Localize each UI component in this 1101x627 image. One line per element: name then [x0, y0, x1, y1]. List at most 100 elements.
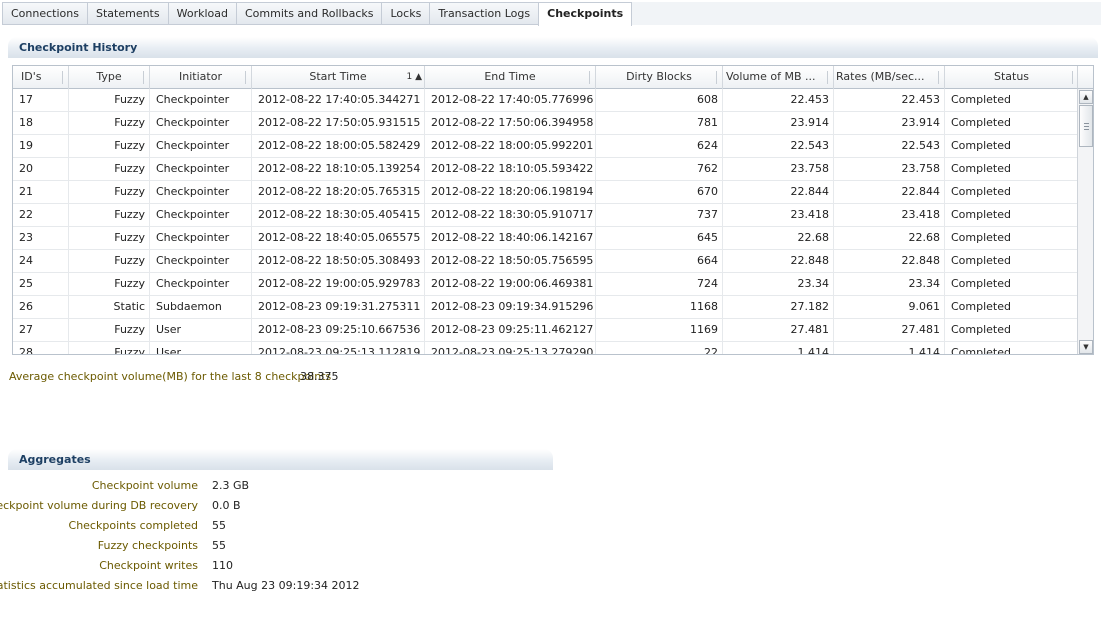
cell-dirty-blocks: 645: [596, 227, 723, 249]
aggregate-row: Fuzzy checkpoints 55: [0, 536, 560, 556]
cell-initiator: Checkpointer: [150, 273, 252, 295]
cell-rates: 23.914: [834, 112, 945, 134]
tab-commits-and-rollbacks[interactable]: Commits and Rollbacks: [235, 2, 382, 25]
cell-id: 28: [13, 342, 69, 354]
scroll-thumb[interactable]: [1079, 105, 1093, 147]
tab-workload[interactable]: Workload: [167, 2, 236, 25]
aggregate-value: Thu Aug 23 09:19:34 2012: [212, 579, 360, 592]
cell-start-time: 2012-08-23 09:25:13.112819: [252, 342, 425, 354]
aggregate-row: Checkpoint volume 2.3 GB: [0, 476, 560, 496]
tab-connections[interactable]: Connections: [2, 2, 87, 25]
table-row[interactable]: 18 Fuzzy Checkpointer 2012-08-22 17:50:05.9…: [13, 112, 1078, 135]
aggregate-label: Checkpoint volume: [91, 479, 198, 492]
sort-ascending-icon[interactable]: 1 ▲: [406, 66, 422, 88]
checkpoint-history-table: ID's Type Initiator Start Time 1 ▲ End T…: [12, 65, 1094, 355]
checkpoint-history-header: Checkpoint History: [8, 37, 1098, 58]
cell-rates: 22.453: [834, 89, 945, 111]
cell-start-time: 2012-08-22 19:00:05.929783: [252, 273, 425, 295]
cell-dirty-blocks: 781: [596, 112, 723, 134]
cell-start-time: 2012-08-22 18:40:05.065575: [252, 227, 425, 249]
table-row[interactable]: 22 Fuzzy Checkpointer 2012-08-22 18:30:05.4…: [13, 204, 1078, 227]
cell-status: Completed: [945, 319, 1078, 341]
aggregate-row: Checkpoint volume during DB recovery 0.0…: [0, 496, 560, 516]
cell-dirty-blocks: 664: [596, 250, 723, 272]
cell-id: 18: [13, 112, 69, 134]
cell-volume-mb: 22.848: [723, 250, 834, 272]
aggregate-value: 110: [212, 559, 233, 572]
tab-checkpoints[interactable]: Checkpoints: [538, 2, 633, 26]
scroll-up-icon[interactable]: ▲: [1079, 90, 1093, 104]
cell-end-time: 2012-08-22 19:00:06.469381: [425, 273, 596, 295]
cell-end-time: 2012-08-23 09:25:11.462127: [425, 319, 596, 341]
table-row[interactable]: 23 Fuzzy Checkpointer 2012-08-22 18:40:05.0…: [13, 227, 1078, 250]
table-row[interactable]: 28 Fuzzy User 2012-08-23 09:25:13.112819 201…: [13, 342, 1078, 354]
column-header-rates[interactable]: Rates (MB/sec...: [834, 66, 945, 89]
tabbar-background: [565, 2, 1101, 25]
table-header: ID's Type Initiator Start Time 1 ▲ End T…: [13, 66, 1078, 89]
aggregate-label: Statistics accumulated since load time: [0, 579, 198, 592]
column-header-volume-mb[interactable]: Volume of MB ...: [723, 66, 834, 89]
cell-end-time: 2012-08-22 18:50:05.756595: [425, 250, 596, 272]
tab-bar: Connections Statements Workload Commits …: [2, 2, 633, 26]
cell-dirty-blocks: 608: [596, 89, 723, 111]
cell-type: Fuzzy: [69, 227, 150, 249]
cell-type: Fuzzy: [69, 273, 150, 295]
aggregate-label: Checkpoint volume during DB recovery: [0, 499, 198, 512]
table-body: 17 Fuzzy Checkpointer 2012-08-22 17:40:05.3…: [13, 89, 1078, 354]
vertical-scrollbar[interactable]: ▲ ▼: [1077, 89, 1093, 354]
column-header-ids[interactable]: ID's: [13, 66, 69, 89]
cell-dirty-blocks: 624: [596, 135, 723, 157]
table-row[interactable]: 17 Fuzzy Checkpointer 2012-08-22 17:40:05.3…: [13, 89, 1078, 112]
tab-locks[interactable]: Locks: [381, 2, 430, 25]
aggregate-row: Statistics accumulated since load time T…: [0, 576, 560, 596]
table-row[interactable]: 27 Fuzzy User 2012-08-23 09:25:10.667536 201…: [13, 319, 1078, 342]
cell-status: Completed: [945, 135, 1078, 157]
cell-type: Fuzzy: [69, 112, 150, 134]
table-row[interactable]: 26 Static Subdaemon 2012-08-23 09:19:31.275…: [13, 296, 1078, 319]
cell-start-time: 2012-08-22 18:10:05.139254: [252, 158, 425, 180]
cell-type: Fuzzy: [69, 181, 150, 203]
cell-rates: 22.68: [834, 227, 945, 249]
column-header-dirty-blocks[interactable]: Dirty Blocks: [596, 66, 723, 89]
aggregate-value: 55: [212, 539, 226, 552]
cell-id: 27: [13, 319, 69, 341]
cell-end-time: 2012-08-23 09:19:34.915296: [425, 296, 596, 318]
table-row[interactable]: 24 Fuzzy Checkpointer 2012-08-22 18:50:05.3…: [13, 250, 1078, 273]
cell-status: Completed: [945, 181, 1078, 203]
cell-end-time: 2012-08-22 18:00:05.992201: [425, 135, 596, 157]
table-row[interactable]: 20 Fuzzy Checkpointer 2012-08-22 18:10:05.1…: [13, 158, 1078, 181]
cell-volume-mb: 23.914: [723, 112, 834, 134]
column-header-initiator[interactable]: Initiator: [150, 66, 252, 89]
column-header-end-time[interactable]: End Time: [425, 66, 596, 89]
table-row[interactable]: 21 Fuzzy Checkpointer 2012-08-22 18:20:05.7…: [13, 181, 1078, 204]
aggregates-list: Checkpoint volume 2.3 GB Checkpoint volu…: [0, 476, 560, 596]
cell-dirty-blocks: 762: [596, 158, 723, 180]
cell-volume-mb: 22.543: [723, 135, 834, 157]
aggregate-row: Checkpoint writes 110: [0, 556, 560, 576]
table-row[interactable]: 19 Fuzzy Checkpointer 2012-08-22 18:00:05.5…: [13, 135, 1078, 158]
column-header-type[interactable]: Type: [69, 66, 150, 89]
cell-initiator: Checkpointer: [150, 135, 252, 157]
cell-volume-mb: 27.182: [723, 296, 834, 318]
cell-initiator: Checkpointer: [150, 89, 252, 111]
cell-start-time: 2012-08-22 18:30:05.405415: [252, 204, 425, 226]
cell-dirty-blocks: 737: [596, 204, 723, 226]
cell-rates: 22.848: [834, 250, 945, 272]
column-header-start-time[interactable]: Start Time 1 ▲: [252, 66, 425, 89]
table-row[interactable]: 25 Fuzzy Checkpointer 2012-08-22 19:00:05.9…: [13, 273, 1078, 296]
cell-dirty-blocks: 1168: [596, 296, 723, 318]
tab-statements[interactable]: Statements: [86, 2, 168, 25]
cell-initiator: Subdaemon: [150, 296, 252, 318]
cell-rates: 9.061: [834, 296, 945, 318]
cell-end-time: 2012-08-22 18:30:05.910717: [425, 204, 596, 226]
cell-id: 25: [13, 273, 69, 295]
average-label: Average checkpoint volume(MB) for the la…: [9, 370, 332, 383]
tab-transaction-logs[interactable]: Transaction Logs: [429, 2, 539, 25]
scroll-down-icon[interactable]: ▼: [1079, 340, 1093, 354]
cell-start-time: 2012-08-23 09:19:31.275311: [252, 296, 425, 318]
cell-volume-mb: 23.418: [723, 204, 834, 226]
cell-volume-mb: 23.34: [723, 273, 834, 295]
cell-volume-mb: 22.453: [723, 89, 834, 111]
cell-volume-mb: 23.758: [723, 158, 834, 180]
column-header-status[interactable]: Status: [945, 66, 1078, 89]
